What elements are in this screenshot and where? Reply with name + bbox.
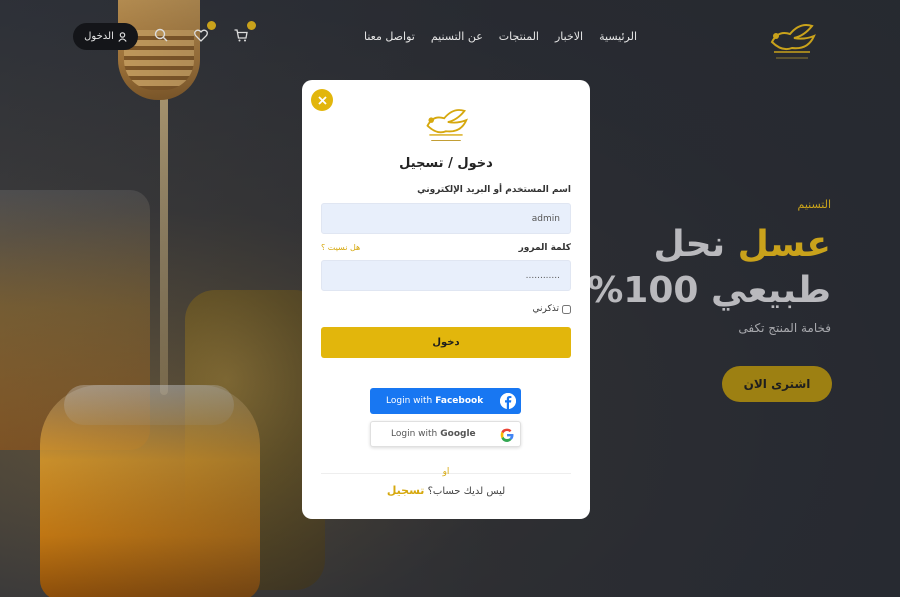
login-label: الدخول [84,31,114,42]
hero-subtitle: فخامة المنتج تكفى [738,321,831,335]
hero-title: عسل نحل طبيعي 100% [587,222,831,314]
heart-icon[interactable] [190,21,216,46]
hero-title-line2: طبيعي 100% [587,270,831,311]
register-link[interactable]: تسجيل [387,484,425,497]
google-login-button[interactable]: Login with Google [370,421,521,447]
search-icon[interactable] [150,24,172,46]
nav-products[interactable]: المنتجات [499,30,539,43]
hero-title-rest: نحل [653,224,726,265]
google-prefix: Login with [391,429,438,439]
wishlist-badge [207,21,216,30]
facebook-login-button[interactable]: Login with Facebook [370,388,521,414]
cart-badge [247,21,256,30]
user-icon [118,31,127,42]
main-menu: الرئيسية الاخبار المنتجات عن التسنيم توا… [364,30,637,43]
remember-checkbox[interactable] [562,304,571,314]
buy-now-button[interactable]: اشترى الان [722,366,832,402]
forgot-password-link[interactable]: هل نسيت ؟ [321,243,360,252]
nav-home[interactable]: الرئيسية [599,30,637,43]
login-modal: دخول / تسجيل اسم المستخدم أو البريد الإل… [302,80,590,519]
google-brand: Google [440,429,476,439]
nav-icons [150,21,256,46]
username-input[interactable] [321,203,571,234]
nav-about[interactable]: عن التسنيم [431,30,483,43]
facebook-icon [500,393,516,409]
submit-login-button[interactable]: دخول [321,327,571,358]
or-label: او [442,467,450,477]
remember-label: تذكرني [532,304,560,314]
password-input[interactable] [321,260,571,291]
google-icon [500,428,514,442]
modal-logo [420,98,472,146]
modal-title: دخول / تسجيل [399,156,493,171]
cart-icon[interactable] [230,21,256,46]
login-button[interactable]: الدخول [73,23,138,50]
remember-me[interactable]: تذكرني [532,304,571,314]
brand-logo[interactable] [764,12,820,64]
close-icon [317,95,327,105]
facebook-prefix: Login with [386,396,433,406]
no-account-label: ليس لديك حساب؟ [427,486,506,497]
top-navbar: الرئيسية الاخبار المنتجات عن التسنيم توا… [0,0,900,75]
password-label: كلمة المرور [518,243,571,253]
no-account-text: ليس لديك حساب؟ تسجيل [302,484,590,497]
facebook-brand: Facebook [435,396,484,406]
username-label: اسم المستخدم أو البريد الإلكتروني [417,185,571,195]
nav-contact[interactable]: تواصل معنا [364,30,415,43]
close-modal-button[interactable] [311,89,333,111]
nav-news[interactable]: الاخبار [555,30,583,43]
hero-tag: التسنيم [797,198,832,211]
hero-title-gold: عسل [737,224,831,265]
